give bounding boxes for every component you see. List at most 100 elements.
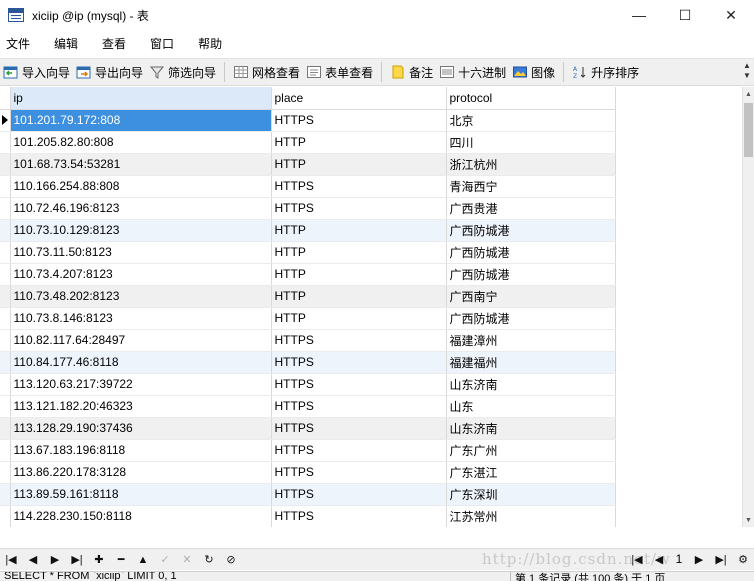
first-page-icon[interactable]: |◀ [626,549,648,569]
row-marker[interactable] [0,197,11,220]
cell-protocol[interactable]: 浙江杭州 [446,153,616,176]
grid-view-button[interactable]: 网格查看 [230,60,303,84]
cell-protocol[interactable]: 山东济南 [446,417,616,440]
row-marker[interactable] [0,241,11,264]
filter-wizard-button[interactable]: 筛选向导 [146,60,219,84]
cell-place[interactable]: HTTPS [271,439,447,462]
page-settings-icon[interactable]: ⚙ [732,549,754,569]
cell-ip[interactable]: 110.73.11.50:8123 [10,241,272,264]
cell-protocol[interactable]: 广西防城港 [446,219,616,242]
table-row[interactable]: 113.128.29.190:37436 HTTPS 山东济南 [0,417,616,440]
row-marker[interactable] [0,131,11,154]
cell-protocol[interactable]: 广东广州 [446,439,616,462]
cell-protocol[interactable]: 四川 [446,131,616,154]
cell-place[interactable]: HTTP [271,263,447,286]
toolbar-overflow-chevron-icon[interactable]: ▲ ▼ [742,61,752,81]
table-row[interactable]: 101.201.79.172:808 HTTPS 北京 [0,109,616,132]
column-header-place[interactable]: place [271,87,447,110]
menu-view[interactable]: 查看 [102,35,138,52]
cell-protocol[interactable]: 江苏常州 [446,505,616,527]
cell-place[interactable]: HTTP [271,131,447,154]
stop-icon[interactable]: ⊘ [220,550,242,570]
cell-ip[interactable]: 110.72.46.196:8123 [10,197,272,220]
scroll-down-icon[interactable]: ▼ [743,513,754,527]
row-marker[interactable] [0,351,11,374]
hex-button[interactable]: 十六进制 [436,60,509,84]
menu-window[interactable]: 窗口 [150,35,186,52]
last-page-icon[interactable]: ▶| [710,549,732,569]
table-row[interactable]: 114.228.230.150:8118 HTTPS 江苏常州 [0,505,616,527]
form-view-button[interactable]: 表单查看 [303,60,376,84]
page-number[interactable]: 1 [670,552,688,566]
cell-ip[interactable]: 101.205.82.80:808 [10,131,272,154]
apply-changes-icon[interactable]: ✓ [154,550,176,570]
cell-ip[interactable]: 101.68.73.54:53281 [10,153,272,176]
row-marker[interactable] [0,263,11,286]
vertical-scrollbar[interactable]: ▲ ▼ [742,87,754,527]
menu-help[interactable]: 帮助 [198,35,234,52]
table-row[interactable]: 110.73.10.129:8123 HTTP 广西防城港 [0,219,616,242]
cell-ip[interactable]: 110.82.117.64:28497 [10,329,272,352]
add-record-icon[interactable]: ✚ [88,550,110,570]
row-marker[interactable] [0,175,11,198]
row-marker[interactable] [0,395,11,418]
scroll-up-icon[interactable]: ▲ [743,87,754,101]
cell-place[interactable]: HTTPS [271,175,447,198]
cell-place[interactable]: HTTP [271,153,447,176]
next-record-icon[interactable]: ▶ [44,550,66,570]
prev-record-icon[interactable]: ◀ [22,550,44,570]
scroll-thumb[interactable] [744,103,753,157]
cell-protocol[interactable]: 福建福州 [446,351,616,374]
maximize-button[interactable]: ☐ [662,0,708,30]
cell-place[interactable]: HTTPS [271,417,447,440]
cell-place[interactable]: HTTP [271,219,447,242]
minimize-button[interactable]: — [616,0,662,30]
cell-place[interactable]: HTTPS [271,351,447,374]
table-row[interactable]: 110.72.46.196:8123 HTTPS 广西贵港 [0,197,616,220]
column-header-ip[interactable]: ip [10,87,272,110]
row-marker[interactable] [0,439,11,462]
cell-protocol[interactable]: 广西防城港 [446,241,616,264]
cell-protocol[interactable]: 广东深圳 [446,483,616,506]
row-marker[interactable] [0,153,11,176]
cell-protocol[interactable]: 广东湛江 [446,461,616,484]
table-row[interactable]: 110.166.254.88:808 HTTPS 青海西宁 [0,175,616,198]
table-row[interactable]: 113.121.182.20:46323 HTTPS 山东 [0,395,616,418]
cell-protocol[interactable]: 广西贵港 [446,197,616,220]
menu-file[interactable]: 文件 [0,35,42,52]
row-marker[interactable] [0,483,11,506]
cell-place[interactable]: HTTPS [271,329,447,352]
first-record-icon[interactable]: |◀ [0,550,22,570]
cell-protocol[interactable]: 广西防城港 [446,307,616,330]
cell-place[interactable]: HTTP [271,307,447,330]
table-row[interactable]: 110.73.48.202:8123 HTTP 广西南宁 [0,285,616,308]
cell-place[interactable]: HTTPS [271,373,447,396]
cell-protocol[interactable]: 北京 [446,109,616,132]
table-row[interactable]: 101.205.82.80:808 HTTP 四川 [0,131,616,154]
last-record-icon[interactable]: ▶| [66,550,88,570]
cell-ip[interactable]: 101.201.79.172:808 [10,109,272,132]
cell-ip[interactable]: 114.228.230.150:8118 [10,505,272,527]
row-marker[interactable] [0,109,11,132]
row-marker[interactable] [0,307,11,330]
cell-place[interactable]: HTTP [271,241,447,264]
cell-ip[interactable]: 110.73.8.146:8123 [10,307,272,330]
sort-ascending-button[interactable]: AZ 升序排序 [569,60,642,84]
export-wizard-button[interactable]: 导出向导 [73,60,146,84]
cell-ip[interactable]: 110.84.177.46:8118 [10,351,272,374]
table-row[interactable]: 101.68.73.54:53281 HTTP 浙江杭州 [0,153,616,176]
memo-button[interactable]: 备注 [387,60,436,84]
import-wizard-button[interactable]: 导入向导 [0,60,73,84]
table-row[interactable]: 113.67.183.196:8118 HTTPS 广东广州 [0,439,616,462]
cell-place[interactable]: HTTPS [271,197,447,220]
table-row[interactable]: 110.82.117.64:28497 HTTPS 福建漳州 [0,329,616,352]
next-page-icon[interactable]: ▶ [688,549,710,569]
cell-place[interactable]: HTTPS [271,505,447,527]
table-row[interactable]: 110.73.8.146:8123 HTTP 广西防城港 [0,307,616,330]
cell-place[interactable]: HTTPS [271,395,447,418]
cell-ip[interactable]: 110.73.4.207:8123 [10,263,272,286]
cell-place[interactable]: HTTPS [271,109,447,132]
row-marker[interactable] [0,461,11,484]
cell-ip[interactable]: 113.121.182.20:46323 [10,395,272,418]
refresh-icon[interactable]: ↻ [198,550,220,570]
